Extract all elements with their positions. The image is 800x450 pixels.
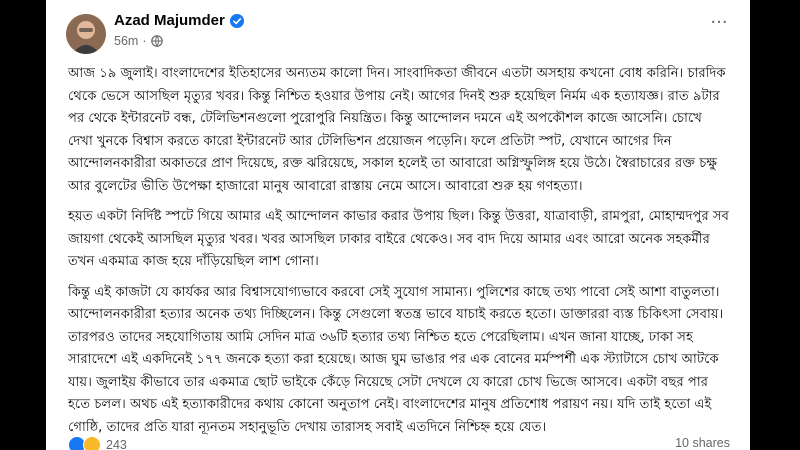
reaction-count: 243 [106, 438, 127, 450]
post-paragraph-1: আজ ১৯ জুলাই। বাংলাদেশের ইতিহাসের অন্যতম … [68, 66, 726, 194]
reactions-summary[interactable]: 243 [68, 436, 127, 450]
post-paragraph-3: কিন্তু এই কাজটা যে কার্যকর আর বিশ্বাসযোগ… [68, 284, 724, 435]
globe-icon [150, 35, 163, 47]
shares-count[interactable]: 10 shares [675, 436, 730, 450]
avatar-image [66, 14, 106, 54]
post-meta: 56m · [114, 34, 163, 48]
verified-badge-icon [229, 13, 244, 28]
care-reaction-icon [83, 436, 101, 450]
author-name[interactable]: Azad Majumder [114, 12, 225, 29]
post-header: Azad Majumder 56m · ··· [46, 0, 750, 60]
author-avatar[interactable] [66, 14, 106, 54]
author-name-row: Azad Majumder [114, 12, 244, 29]
facebook-post-card: Azad Majumder 56m · ··· আজ ১৯ জুলাই। বাং… [46, 0, 750, 450]
meta-separator: · [142, 34, 147, 48]
post-body: আজ ১৯ জুলাই। বাংলাদেশের ইতিহাসের অন্যতম … [68, 63, 730, 447]
post-footer: 243 10 shares [46, 436, 750, 450]
more-options-icon[interactable]: ··· [704, 14, 734, 36]
post-time[interactable]: 56m [114, 34, 138, 48]
screenshot-frame: Azad Majumder 56m · ··· আজ ১৯ জুলাই। বাং… [0, 0, 800, 450]
post-paragraph-2: হয়ত একটা নির্দিষ্ট স্পটে গিয়ে আমার এই … [68, 209, 729, 269]
